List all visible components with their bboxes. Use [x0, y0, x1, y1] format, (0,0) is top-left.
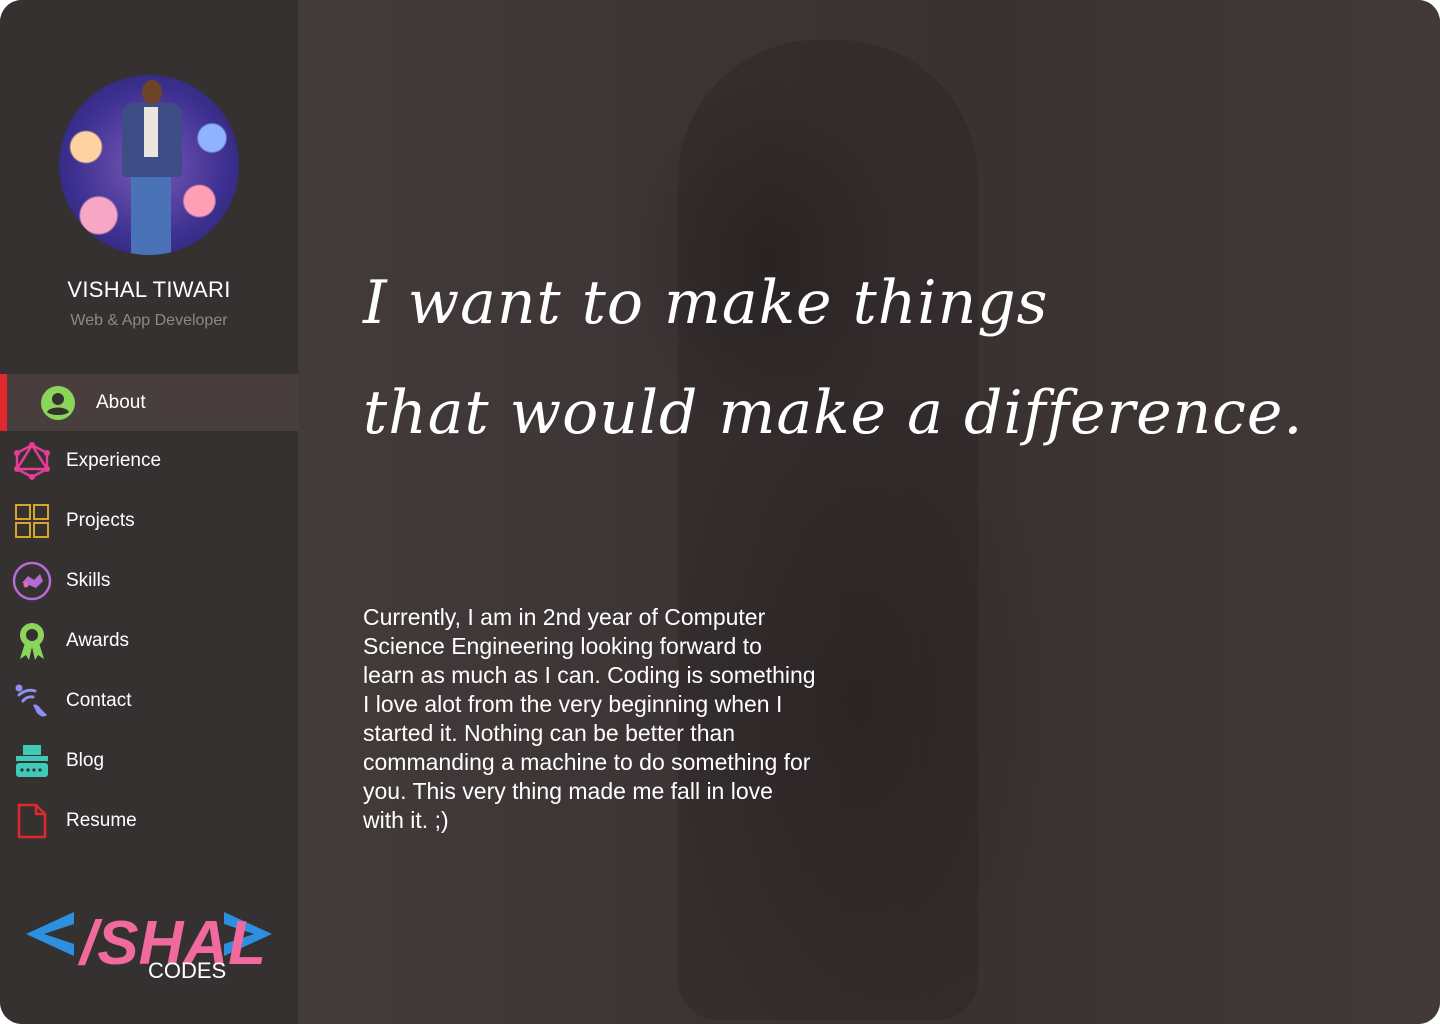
- sidebar: VISHAL TIWARI Web & App Developer About: [0, 0, 298, 1024]
- sidebar-item-blog[interactable]: Blog: [0, 731, 298, 791]
- about-section: I want to make things that would make a …: [298, 0, 1440, 1024]
- headline-line-2: that would make a difference.: [363, 378, 1304, 448]
- background-photo: [678, 40, 978, 1020]
- graph-network-icon: [12, 441, 52, 481]
- sidebar-nav: About Experience Projects Skills Awards …: [0, 374, 298, 851]
- sidebar-item-skills[interactable]: Skills: [0, 551, 298, 611]
- grid-icon: [12, 501, 52, 541]
- sidebar-item-label: Contact: [66, 690, 132, 711]
- app-frame: VISHAL TIWARI Web & App Developer About: [0, 0, 1440, 1024]
- wifi-contact-icon: [12, 681, 52, 721]
- bio-text: Currently, I am in 2nd year of Computer …: [363, 604, 816, 833]
- brand-logo[interactable]: /SHAL CODES: [22, 900, 276, 990]
- avatar: [59, 75, 239, 255]
- document-icon: [12, 801, 52, 841]
- profile-role: Web & App Developer: [70, 312, 228, 329]
- sidebar-item-label: About: [96, 391, 146, 413]
- sidebar-item-label: Projects: [66, 510, 135, 531]
- skills-handshake-icon: [12, 561, 52, 601]
- sidebar-item-label: Skills: [66, 570, 111, 591]
- sidebar-item-resume[interactable]: Resume: [0, 791, 298, 851]
- sidebar-item-experience[interactable]: Experience: [0, 431, 298, 491]
- typewriter-icon: [12, 741, 52, 781]
- profile-name: VISHAL TIWARI: [67, 277, 231, 302]
- account-circle-icon: [38, 383, 78, 423]
- logo-sub: CODES: [148, 958, 226, 983]
- sidebar-item-projects[interactable]: Projects: [0, 491, 298, 551]
- sidebar-item-label: Resume: [66, 810, 137, 831]
- sidebar-item-contact[interactable]: Contact: [0, 671, 298, 731]
- sidebar-item-label: Experience: [66, 450, 162, 471]
- sidebar-item-awards[interactable]: Awards: [0, 611, 298, 671]
- sidebar-item-label: Awards: [66, 630, 130, 651]
- headline-line-1: I want to make things: [363, 268, 1049, 338]
- award-ribbon-icon: [12, 621, 52, 661]
- sidebar-item-label: Blog: [66, 750, 105, 771]
- headline: I want to make things that would make a …: [363, 248, 1403, 468]
- sidebar-item-about[interactable]: About: [0, 374, 298, 431]
